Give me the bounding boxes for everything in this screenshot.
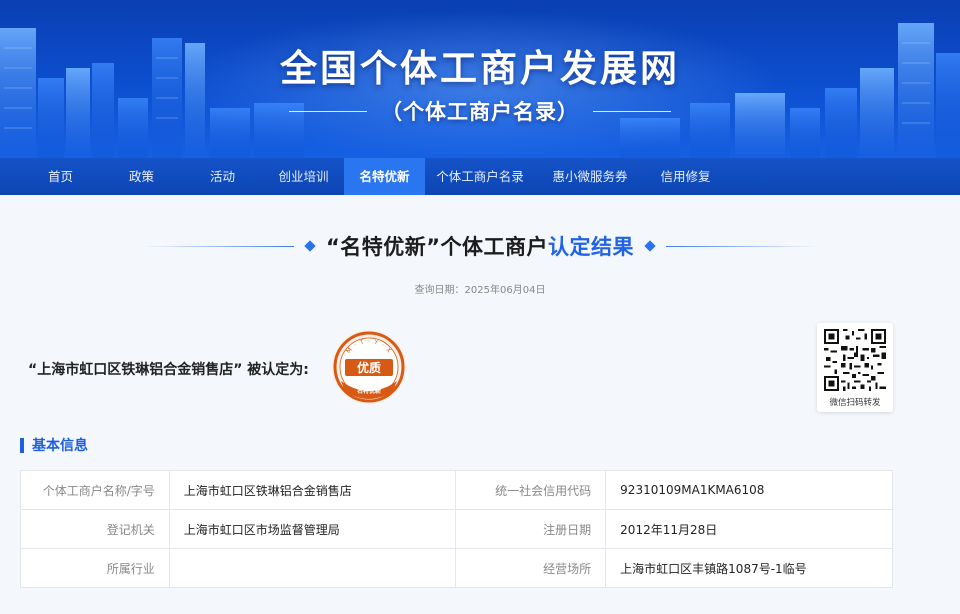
nav-item-service-voucher[interactable]: 惠小微服务券 <box>535 158 645 195</box>
certification-statement: “上海市虹口区铁琳铝合金销售店” 被认定为: <box>28 362 309 378</box>
table-key-cell: 登记机关 <box>20 509 170 549</box>
table-key-cell: 注册日期 <box>455 509 607 549</box>
table-row: 个体工商户名称/字号 上海市虹口区铁琳铝合金销售店 统一社会信用代码 92310… <box>20 470 893 510</box>
table-key-cell: 统一社会信用代码 <box>455 470 607 510</box>
result-heading: “名特优新”个体工商户认定结果 <box>0 226 960 266</box>
table-value-cell: 92310109MA1KMA6108 <box>605 470 893 510</box>
heading-left-line <box>143 245 294 247</box>
nav-item-events[interactable]: 活动 <box>182 158 263 195</box>
nav-item-directory[interactable]: 个体工商户名录 <box>425 158 535 195</box>
table-value-cell: 上海市虹口区市场监督管理局 <box>168 509 457 549</box>
table-row: 所属行业 经营场所 上海市虹口区丰镇路1087号-1临号 <box>20 548 893 588</box>
heading-right-line <box>666 245 817 247</box>
result-title: “名特优新”个体工商户认定结果 <box>326 231 634 261</box>
nav-item-mingteyouxin[interactable]: 名特优新 <box>344 158 425 195</box>
subtitle-left-line <box>289 110 367 112</box>
result-title-highlight: 认定结果 <box>548 235 635 259</box>
site-subtitle: （个体工商户名录） <box>381 100 579 124</box>
site-banner: 全国个体工商户发展网 （个体工商户名录） <box>0 0 960 158</box>
quality-seal-icon: M · T · Y · X 优质 名特优新 <box>332 330 406 404</box>
seal-bottom-text: 名特优新 <box>357 387 381 395</box>
table-value-cell: 上海市虹口区丰镇路1087号-1临号 <box>605 548 893 588</box>
table-value-cell: 上海市虹口区铁琳铝合金销售店 <box>168 470 457 510</box>
qr-label: 微信扫码转发 <box>829 398 881 408</box>
nav-item-training[interactable]: 创业培训 <box>263 158 344 195</box>
table-key-cell: 个体工商户名称/字号 <box>20 470 170 510</box>
nav-item-credit-repair[interactable]: 信用修复 <box>645 158 726 195</box>
table-key-cell: 经营场所 <box>455 548 607 588</box>
seal-center-text: 优质 <box>357 360 381 375</box>
section-bar <box>20 437 24 453</box>
diamond-icon <box>304 240 316 252</box>
table-value-cell: 2012年11月28日 <box>605 509 893 549</box>
site-title: 全国个体工商户发展网 <box>280 47 680 90</box>
basic-info-table: 个体工商户名称/字号 上海市虹口区铁琳铝合金销售店 统一社会信用代码 92310… <box>20 470 893 588</box>
table-key-cell: 所属行业 <box>20 548 170 588</box>
table-value-cell <box>168 548 457 588</box>
basic-info-heading: 基本信息 <box>20 436 88 454</box>
site-subtitle-row: （个体工商户名录） <box>0 96 960 126</box>
table-row: 登记机关 上海市虹口区市场监督管理局 注册日期 2012年11月28日 <box>20 509 893 549</box>
query-date: 查询日期：2025年06月04日 <box>414 285 546 296</box>
main-nav: 首页 政策 活动 创业培训 名特优新 个体工商户名录 惠小微服务券 信用修复 <box>0 158 960 195</box>
qr-code-icon <box>824 329 886 391</box>
subtitle-right-line <box>593 110 671 112</box>
basic-info-title: 基本信息 <box>32 438 88 454</box>
result-title-main: “名特优新”个体工商户 <box>325 235 549 259</box>
nav-item-policy[interactable]: 政策 <box>101 158 182 195</box>
diamond-icon <box>644 240 656 252</box>
nav-item-home[interactable]: 首页 <box>20 158 101 195</box>
qr-share-card[interactable]: 微信扫码转发 <box>817 323 893 412</box>
